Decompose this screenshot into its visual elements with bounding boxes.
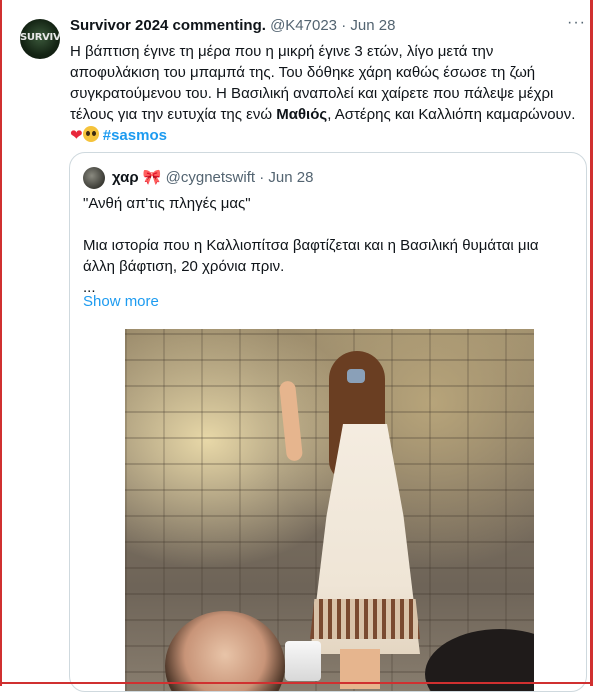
photo-dress-trim	[310, 599, 420, 639]
quoted-text-line: άλλη βάφτιση, 20 χρόνια πριν.	[83, 258, 285, 275]
window-frame-bottom	[0, 682, 593, 684]
tweet-header: Survivor 2024 commenting. @K47023 · Jun …	[70, 17, 395, 34]
quoted-author-name[interactable]: χαρ	[112, 169, 139, 186]
ribbon-icon: 🎀	[142, 168, 162, 186]
quoted-header-separator: ·	[259, 169, 265, 186]
photo-hair-bow	[347, 369, 365, 383]
author-avatar[interactable]: SURVIVO	[20, 19, 60, 59]
quoted-tweet-header: χαρ 🎀 @cygnetswift · Jun 28	[112, 168, 313, 186]
tweet-text-segment: , Αστέρης και Καλλιόπη καμαρώνουν.	[327, 106, 576, 123]
tweet-text-bold: Μαθιός	[276, 106, 328, 123]
quoted-text-line: Μια ιστορία που η Καλλιοπίτσα βαφτίζεται…	[83, 237, 539, 254]
more-horizontal-icon[interactable]: ···	[567, 14, 586, 32]
quoted-tweet-photo[interactable]	[125, 329, 534, 691]
quoted-author-handle[interactable]: @cygnetswift	[166, 169, 255, 186]
pleading-face-icon	[82, 126, 99, 142]
show-more-link[interactable]: Show more	[83, 293, 159, 310]
quoted-author-avatar[interactable]	[83, 167, 105, 189]
author-name[interactable]: Survivor 2024 commenting.	[70, 17, 266, 34]
heart-icon: ❤	[70, 126, 83, 144]
tweet-text-line: τέλους για την ευτυχία της ενώ Μαθιός, Α…	[70, 104, 585, 125]
avatar-logo-text: SURVIVO	[20, 32, 60, 43]
tweet-text-line: συγκρατούμενου του. Η Βασιλική αναπολεί …	[70, 85, 554, 102]
window-frame-left	[0, 0, 2, 686]
hashtag-link[interactable]: #sasmos	[103, 127, 167, 144]
quoted-tweet-date[interactable]: Jun 28	[268, 169, 313, 186]
quoted-text-spacer	[83, 214, 578, 235]
tweet-text: Η βάπτιση έγινε τη μέρα που η μικρή έγιν…	[70, 41, 585, 146]
tweet[interactable]: SURVIVO Survivor 2024 commenting. @K4702…	[0, 0, 590, 692]
tweet-text-line: αποφυλάκιση του μπαμπά της. Του δόθηκε χ…	[70, 64, 536, 81]
quoted-tweet-text: "Ανθή απ'τις πληγές μας" Μια ιστορία που…	[83, 193, 578, 298]
header-separator: ·	[341, 17, 347, 34]
tweet-text-line: Η βάπτιση έγινε τη μέρα που η μικρή έγιν…	[70, 43, 494, 60]
quoted-text-line: "Ανθή απ'τις πληγές μας"	[83, 195, 251, 212]
tweet-date[interactable]: Jun 28	[350, 17, 395, 34]
tweet-text-segment: τέλους για την ευτυχία της ενώ	[70, 106, 277, 123]
quoted-tweet[interactable]: χαρ 🎀 @cygnetswift · Jun 28 "Ανθή απ'τις…	[69, 152, 587, 692]
author-handle[interactable]: @K47023	[270, 17, 337, 34]
photo-cup	[285, 641, 321, 681]
tweet-text-line: ❤ #sasmos	[70, 125, 585, 146]
